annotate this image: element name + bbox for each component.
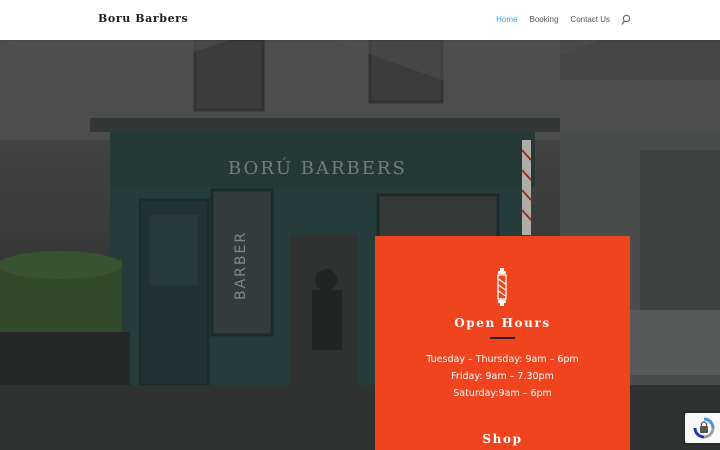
shop-title: Shop [482,432,523,446]
nav-booking[interactable]: Booking [530,15,559,24]
main-nav: Home Booking Contact Us [496,15,610,24]
recaptcha-badge[interactable] [685,413,720,443]
site-header: Boru Barbers Home Booking Contact Us [0,0,720,40]
open-hours-card: Open Hours Tuesday – Thursday: 9am – 6pm… [375,236,630,450]
hours-list: Tuesday – Thursday: 9am – 6pm Friday: 9a… [375,351,630,402]
hours-line: Friday: 9am – 7.30pm [451,371,554,382]
site-logo[interactable]: Boru Barbers [98,12,188,25]
hours-line: Saturday:9am – 6pm [453,388,552,399]
nav-home[interactable]: Home [496,15,517,24]
barber-pole-icon [497,268,507,306]
hours-line: Tuesday – Thursday: 9am – 6pm [426,354,579,365]
recaptcha-icon [693,417,715,439]
title-divider [490,337,515,339]
open-hours-title: Open Hours [454,316,551,330]
search-icon[interactable] [621,14,631,26]
nav-contact-us[interactable]: Contact Us [570,15,610,24]
